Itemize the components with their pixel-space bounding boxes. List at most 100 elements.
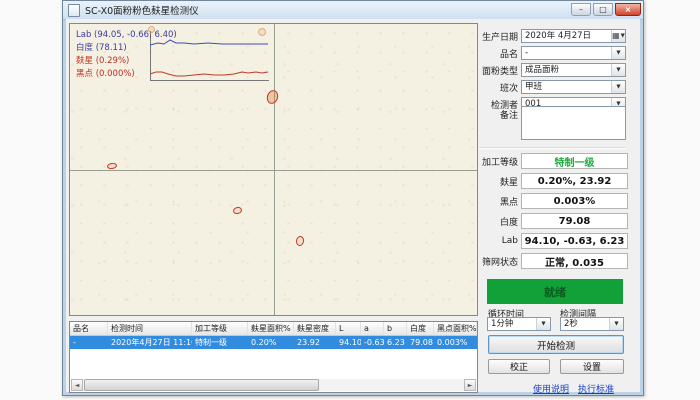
result-row-bran: 麸星 0.20%, 23.92 <box>476 173 628 189</box>
cell-bran-area: 0.20% <box>248 336 294 349</box>
cell-whiteness: 79.08 <box>407 336 434 349</box>
bran-label: 麸星 <box>476 175 518 188</box>
whiteness-value: 79.08 <box>521 213 628 229</box>
bran-value: 0.20%, 23.92 <box>521 173 628 189</box>
close-icon: × <box>625 5 632 14</box>
form-row-production-date: 生产日期 2020年 4月27日 ▦▼ <box>476 29 626 43</box>
shift-label: 班次 <box>476 81 518 94</box>
product-name-value: - <box>525 48 528 58</box>
blackspot-value: 0.003% <box>521 193 628 209</box>
col-header: 麸星面积% <box>248 322 294 335</box>
result-row-lab: Lab 94.10, -0.63, 6.23 <box>476 233 628 249</box>
table-row-selected[interactable]: - 2020年4月27日 11:10 特制一级 0.20% 23.92 94.1… <box>70 336 477 349</box>
app-icon <box>68 4 80 17</box>
maximize-button[interactable]: □ <box>593 3 613 16</box>
standard-link[interactable]: 执行标准 <box>578 382 614 395</box>
chevron-down-icon: ▼ <box>616 47 620 59</box>
overlay-lab: Lab (94.05, -0.66, 6.40) <box>76 29 177 42</box>
result-row-blackspot: 黑点 0.003% <box>476 193 628 209</box>
blackspot-label: 黑点 <box>476 195 518 208</box>
result-row-grade: 加工等级 特制一级 <box>476 153 628 169</box>
calibrate-button[interactable]: 校正 <box>488 359 550 374</box>
chevron-down-icon: ▼ <box>616 64 620 76</box>
app-window: SC-X0面粉粉色麸星检测仪 – □ × Lab (94.05, -0.66, … <box>62 0 644 396</box>
calendar-icon: ▦ <box>612 30 620 42</box>
chevron-down-icon: ▼ <box>621 30 625 42</box>
chevron-down-icon: ▼ <box>541 318 545 330</box>
footer-links: 使用说明 执行标准 <box>487 382 614 395</box>
interval-select[interactable]: 2秒 ▼ <box>560 317 624 331</box>
whiteness-label: 白度 <box>476 215 518 228</box>
bran-speck-marker <box>107 162 118 169</box>
col-header: 品名 <box>70 322 108 335</box>
cell-b: 6.23 <box>384 336 407 349</box>
window-title: SC-X0面粉粉色麸星检测仪 <box>85 3 199 17</box>
maximize-icon: □ <box>599 5 607 14</box>
product-name-select[interactable]: - ▼ <box>521 46 626 60</box>
chevron-down-icon: ▼ <box>614 318 618 330</box>
overlay-blackspot: 黑点 (0.000%) <box>76 68 177 81</box>
result-row-whiteness: 白度 79.08 <box>476 213 628 229</box>
horizontal-scrollbar[interactable]: ◄ ► <box>71 379 476 391</box>
col-header: 加工等级 <box>192 322 248 335</box>
lab-label: Lab <box>476 236 518 246</box>
flour-speck-dot <box>148 26 155 33</box>
form-row-shift: 班次 甲班 ▼ <box>476 80 626 94</box>
cycle-time-select[interactable]: 1分钟 ▼ <box>487 317 551 331</box>
production-date-field[interactable]: 2020年 4月27日 ▦▼ <box>521 29 626 43</box>
overlay-bran: 麸星 (0.29%) <box>76 55 177 68</box>
col-header: 麸星密度 <box>294 322 336 335</box>
minimize-icon: – <box>579 5 583 14</box>
col-header: a <box>361 322 384 335</box>
sieve-status-value: 正常, 0.035 <box>521 253 628 269</box>
col-header: 检测时间 <box>108 322 192 335</box>
col-header: b <box>384 322 407 335</box>
scroll-right-icon[interactable]: ► <box>464 379 476 391</box>
manual-link[interactable]: 使用说明 <box>533 382 569 395</box>
cell-time: 2020年4月27日 11:10 <box>108 336 192 349</box>
sieve-status-label: 筛网状态 <box>476 255 518 268</box>
cell-grade: 特制一级 <box>192 336 248 349</box>
window-content: Lab (94.05, -0.66, 6.40) 白度 (78.11) 麸星 (… <box>66 19 640 392</box>
divider <box>479 147 626 149</box>
flour-type-label: 面粉类型 <box>476 64 518 77</box>
cell-black-area: 0.003% <box>434 336 477 349</box>
cell-product: - <box>70 336 108 349</box>
scrollbar-thumb[interactable] <box>84 379 319 391</box>
sample-image-view: Lab (94.05, -0.66, 6.40) 白度 (78.11) 麸星 (… <box>69 23 478 316</box>
minimize-button[interactable]: – <box>571 3 591 16</box>
start-detection-button[interactable]: 开始检测 <box>488 335 624 354</box>
bran-speck-marker <box>232 206 243 215</box>
product-name-label: 品名 <box>476 47 518 60</box>
remarks-label: 备注 <box>476 106 518 121</box>
col-header: L <box>336 322 361 335</box>
shift-select[interactable]: 甲班 ▼ <box>521 80 626 94</box>
table-header-row: 品名 检测时间 加工等级 麸星面积% 麸星密度 L a b 白度 黑点面积% <box>70 322 477 336</box>
close-button[interactable]: × <box>615 3 641 16</box>
col-header: 白度 <box>407 322 434 335</box>
production-date-label: 生产日期 <box>476 30 518 43</box>
grade-value: 特制一级 <box>521 153 628 169</box>
shift-value: 甲班 <box>525 82 542 92</box>
measurement-overlay: Lab (94.05, -0.66, 6.40) 白度 (78.11) 麸星 (… <box>76 29 177 81</box>
col-header: 黑点面积% <box>434 322 477 335</box>
cell-l: 94.10 <box>336 336 361 349</box>
flour-type-select[interactable]: 成品面粉 ▼ <box>521 63 626 77</box>
production-date-value: 2020年 4月27日 <box>525 31 591 41</box>
history-table: 品名 检测时间 加工等级 麸星面积% 麸星密度 L a b 白度 黑点面积% -… <box>69 321 478 393</box>
scroll-left-icon[interactable]: ◄ <box>71 379 83 391</box>
form-row-remarks: 备注 <box>476 106 626 140</box>
flour-type-value: 成品面粉 <box>525 65 559 75</box>
cell-bran-density: 23.92 <box>294 336 336 349</box>
lab-value: 94.10, -0.63, 6.23 <box>521 233 628 249</box>
bran-speck-marker <box>265 89 280 106</box>
flour-speck-dot <box>258 28 266 36</box>
chevron-down-icon: ▼ <box>616 81 620 93</box>
crosshair-horizontal <box>70 170 477 171</box>
interval-value: 2秒 <box>564 319 578 329</box>
cell-a: -0.63 <box>361 336 384 349</box>
form-row-product-name: 品名 - ▼ <box>476 46 626 60</box>
remarks-field[interactable] <box>521 106 626 140</box>
settings-button[interactable]: 设置 <box>560 359 624 374</box>
title-bar: SC-X0面粉粉色麸星检测仪 – □ × <box>63 1 643 20</box>
